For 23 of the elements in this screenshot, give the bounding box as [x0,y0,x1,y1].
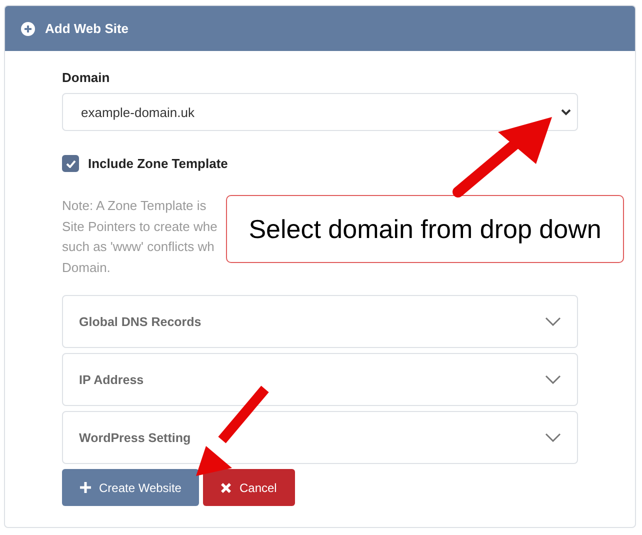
close-icon [221,482,232,492]
accordion-header[interactable]: IP Address [62,353,578,406]
callout-text: Select domain from drop down [226,195,624,263]
chevron-icon [545,433,561,442]
accordion-header[interactable]: Global DNS Records [62,295,578,348]
note-text: such as 'www' conflicts wh [62,238,214,256]
chevron-down-icon [561,108,571,116]
panel-title: Add Web Site [45,21,129,36]
domain-label: Domain [62,70,111,85]
note-text: Domain. [62,258,110,276]
chevron-icon [545,317,561,326]
note-text: Site Pointers to create whe [62,218,218,236]
domain-select[interactable]: example-domain.uk [62,93,578,131]
check-icon [66,160,76,168]
chevron-icon [545,375,561,384]
accordion-header[interactable]: WordPress Setting [62,411,578,464]
create-button[interactable]: Create Website [62,469,200,506]
checkbox-label: Include Zone Template [88,156,228,171]
cancel-button[interactable]: Cancel [203,469,295,506]
note-text: Note: A Zone Template is [62,197,206,215]
plus-circle-icon [21,22,35,36]
checkbox[interactable] [62,155,79,172]
plus-icon [80,482,91,493]
